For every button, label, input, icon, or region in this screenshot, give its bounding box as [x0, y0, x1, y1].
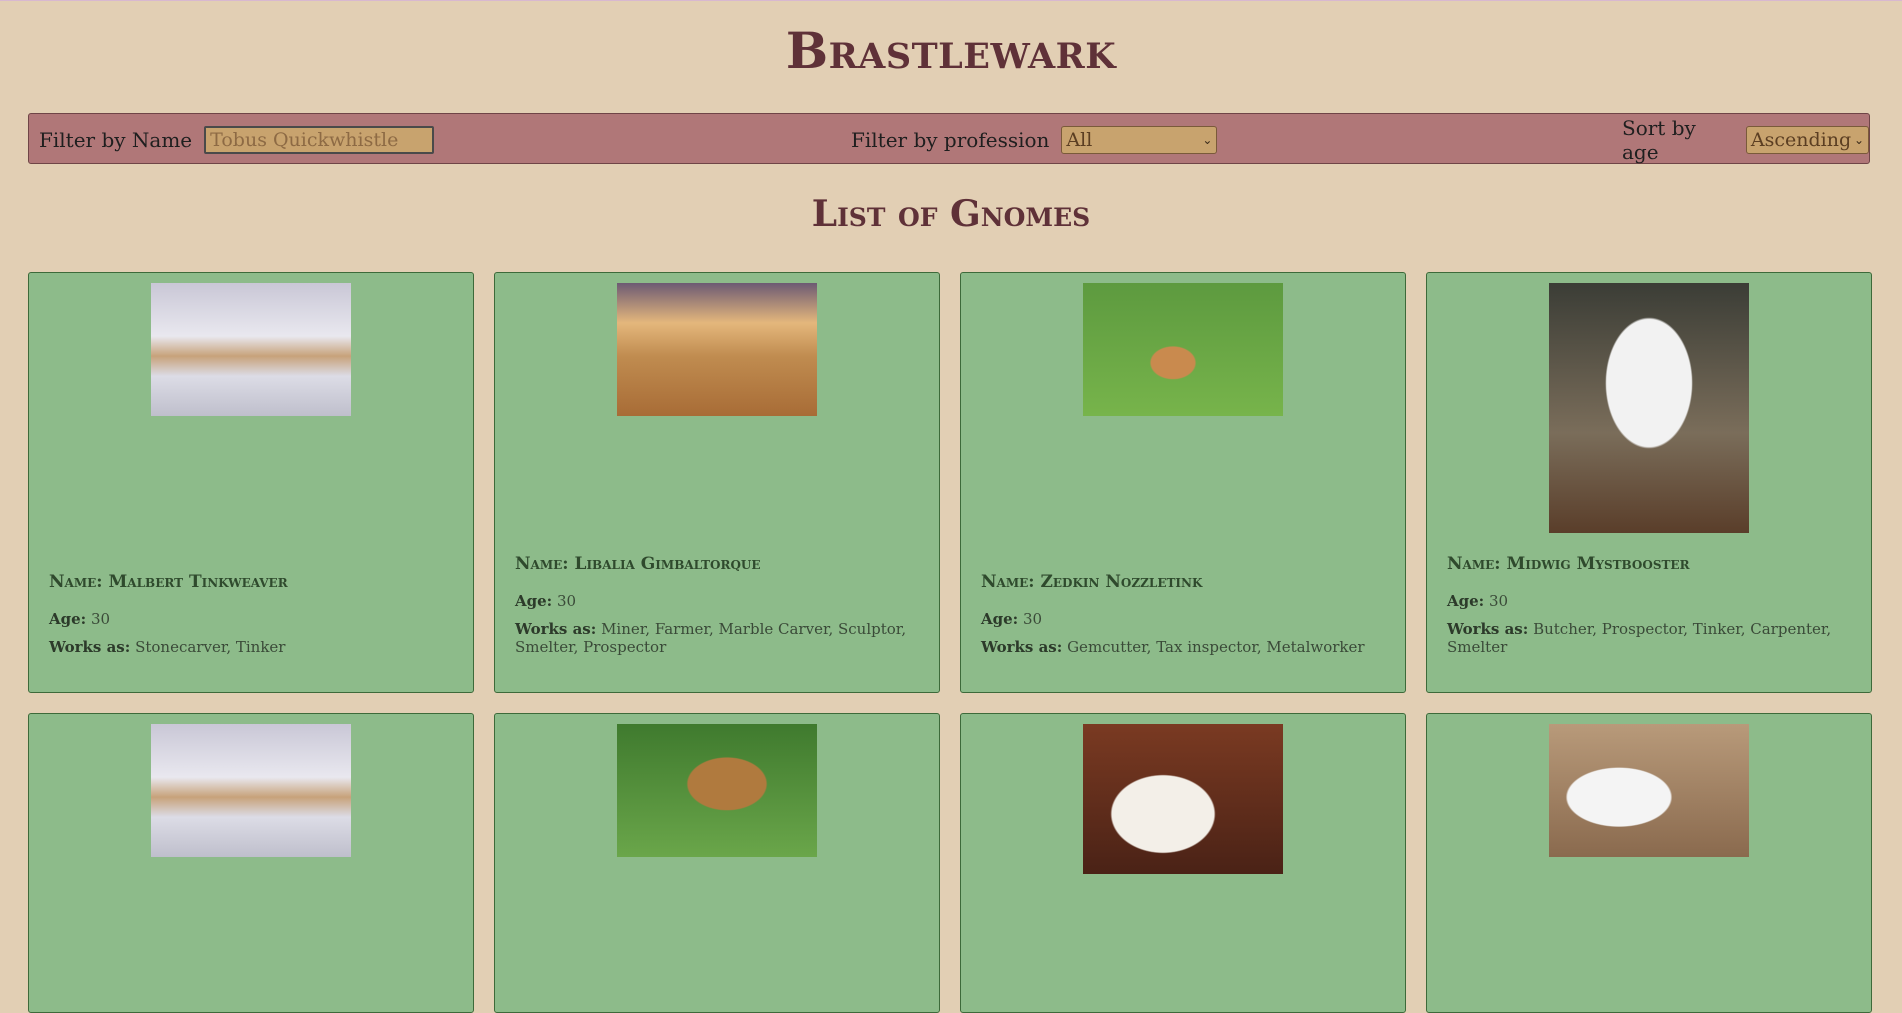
- gnome-professions: Works as: Stonecarver, Tinker: [49, 638, 286, 656]
- gnome-age: Age: 30: [49, 610, 111, 628]
- gnome-name: Name: Zedkin Nozzletink: [981, 572, 1203, 592]
- gnome-card[interactable]: Name: Zedkin Nozzletink Age: 30 Works as…: [960, 272, 1406, 693]
- sort-label: Sort by age: [1622, 115, 1696, 164]
- gnome-card[interactable]: [960, 713, 1406, 1013]
- profession-filter: Filter by profession All ⌄: [851, 114, 1218, 165]
- gnome-card[interactable]: Name: Libalia Gimbaltorque Age: 30 Works…: [494, 272, 940, 693]
- name-filter-input[interactable]: [204, 125, 435, 154]
- gnome-card[interactable]: [28, 713, 474, 1013]
- gnome-info: Name: Zedkin Nozzletink Age: 30 Works as…: [981, 572, 1391, 666]
- gnome-age: Age: 30: [981, 610, 1043, 628]
- gnome-photo: [1083, 283, 1283, 416]
- sort-select-value: Ascending: [1750, 128, 1852, 151]
- gnome-photo: [151, 283, 351, 416]
- gnome-age: Age: 30: [1447, 592, 1509, 610]
- gnome-professions: Works as: Miner, Farmer, Marble Carver, …: [515, 620, 907, 656]
- gnome-card[interactable]: Name: Midwig Mystbooster Age: 30 Works a…: [1426, 272, 1872, 693]
- gnome-name: Name: Libalia Gimbaltorque: [515, 554, 761, 574]
- gnome-card[interactable]: [494, 713, 940, 1013]
- gnome-name: Name: Malbert Tinkweaver: [49, 572, 288, 592]
- chevron-down-icon: ⌄: [1853, 132, 1864, 147]
- gnome-info: Name: Midwig Mystbooster Age: 30 Works a…: [1447, 554, 1857, 666]
- gnome-photo: [151, 724, 351, 857]
- gnome-photo: [1549, 283, 1749, 533]
- filter-bar: Filter by Name Filter by profession All …: [28, 113, 1870, 164]
- profession-select[interactable]: All ⌄: [1061, 125, 1218, 154]
- name-filter-label: Filter by Name: [39, 127, 193, 152]
- gnome-grid: Name: Malbert Tinkweaver Age: 30 Works a…: [28, 272, 1872, 1013]
- gnome-info: Name: Libalia Gimbaltorque Age: 30 Works…: [515, 554, 925, 666]
- gnome-photo: [617, 724, 817, 857]
- gnome-card[interactable]: [1426, 713, 1872, 1013]
- name-filter: Filter by Name: [39, 114, 435, 165]
- gnome-age: Age: 30: [515, 592, 577, 610]
- gnome-professions: Works as: Gemcutter, Tax inspector, Meta…: [981, 638, 1365, 656]
- sort-select[interactable]: Ascending ⌄: [1745, 125, 1869, 154]
- gnome-photo: [1549, 724, 1749, 857]
- chevron-down-icon: ⌄: [1202, 132, 1213, 147]
- profession-select-value: All: [1066, 128, 1093, 151]
- profession-filter-label: Filter by profession: [851, 127, 1050, 152]
- gnome-card[interactable]: Name: Malbert Tinkweaver Age: 30 Works a…: [28, 272, 474, 693]
- gnome-photo: [1083, 724, 1283, 874]
- section-title: List of Gnomes: [811, 193, 1091, 235]
- gnome-professions: Works as: Butcher, Prospector, Tinker, C…: [1447, 620, 1832, 656]
- gnome-photo: [617, 283, 817, 416]
- gnome-info: Name: Malbert Tinkweaver Age: 30 Works a…: [49, 572, 459, 666]
- gnome-name: Name: Midwig Mystbooster: [1447, 554, 1690, 574]
- sort-filter: Sort by age Ascending ⌄: [1622, 114, 1869, 165]
- app-title: Brastlewark: [785, 21, 1117, 80]
